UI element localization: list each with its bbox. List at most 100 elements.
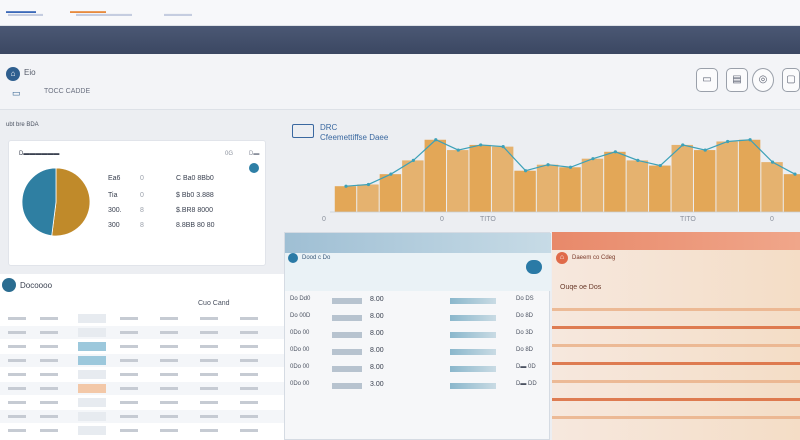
center-row-bar xyxy=(450,383,496,389)
nav-item-3[interactable]: ▬▬▬▬ xyxy=(164,11,192,18)
table-cell-text xyxy=(200,331,218,334)
area-point xyxy=(389,172,393,176)
header-button-1[interactable]: ▭ xyxy=(696,68,718,92)
table-cell-highlight xyxy=(78,356,106,365)
right-panel-stripe xyxy=(552,326,800,329)
x-tick-label: TITO xyxy=(680,216,696,223)
right-panel-stripe xyxy=(552,416,800,419)
center-row-cell-b: 8.00 xyxy=(370,347,384,354)
area-point xyxy=(434,138,438,142)
area-point xyxy=(366,182,371,187)
pie-row-value: $ Bb0 3.888 xyxy=(176,192,214,199)
header-button-4[interactable]: ▢ xyxy=(782,68,800,92)
center-row-cell-b: 8.00 xyxy=(370,296,384,303)
table-cell-text xyxy=(120,401,138,404)
table-cell-text xyxy=(8,415,26,418)
center-row-cell-a: 0Do 00 xyxy=(290,364,310,370)
center-row-cell-b: 8.00 xyxy=(370,330,384,337)
table-cell-text xyxy=(240,373,258,376)
center-row-cell-c: D▬ 0D xyxy=(516,364,536,370)
area-bar xyxy=(559,167,581,212)
pie-col-header-1: 0G xyxy=(225,151,234,157)
page-caption: TOCC CADDE xyxy=(44,88,91,95)
center-panel-toggle[interactable] xyxy=(526,260,542,274)
area-point xyxy=(681,143,685,147)
table-cell-text xyxy=(40,317,58,320)
table-cell-highlight xyxy=(78,412,106,421)
center-row-bar xyxy=(332,298,362,304)
home-icon[interactable]: ⌂ xyxy=(6,67,20,81)
area-bar xyxy=(491,146,514,212)
center-row-cell-b: 8.00 xyxy=(370,364,384,371)
area-point xyxy=(411,158,415,162)
area-bar xyxy=(693,150,716,212)
header-button-2[interactable]: ▤ xyxy=(726,68,748,92)
right-panel-bars xyxy=(552,308,800,419)
table-cell-text xyxy=(240,387,258,390)
pie-slice-a xyxy=(51,167,91,237)
center-row-cell-a: 0Do 00 xyxy=(290,347,310,353)
table-cell-text xyxy=(240,359,258,362)
header-button-3[interactable]: ◎ xyxy=(752,68,774,92)
table-cell-text xyxy=(40,345,58,348)
info-dot-icon[interactable] xyxy=(249,163,259,173)
area-bar xyxy=(671,144,693,212)
table-cell-text xyxy=(200,387,218,390)
center-row-cell-b: 3.00 xyxy=(370,381,384,388)
center-row-cell-c: Do 3D xyxy=(516,330,534,336)
center-row-bar xyxy=(450,332,496,338)
table-cell-text xyxy=(40,387,58,390)
area-bar xyxy=(761,162,783,212)
table-cell-text xyxy=(240,331,258,334)
table-cell-text xyxy=(200,429,218,432)
center-panel-icon xyxy=(288,253,298,263)
center-row-bar xyxy=(332,349,362,355)
area-bar xyxy=(334,186,357,212)
pie-row-label: 300 xyxy=(108,222,120,229)
area-bar xyxy=(469,144,491,212)
table-cell-text xyxy=(200,345,218,348)
pie-row-value: 8.8BB 80 80 xyxy=(176,222,215,229)
area-bar xyxy=(649,165,671,212)
area-point xyxy=(748,138,752,142)
center-panel xyxy=(284,232,551,440)
center-row-cell-a: Do 00D xyxy=(290,313,311,319)
page-title: Eio xyxy=(24,68,36,77)
center-row-cell-c: Do DS xyxy=(516,296,534,302)
area-point xyxy=(524,169,528,173)
table-cell-text xyxy=(8,373,26,376)
right-panel-subtitle: Ouqe oe Dos xyxy=(560,284,602,291)
center-row-bar xyxy=(332,332,362,338)
pie-row-label: Tia xyxy=(108,192,118,199)
table-cell-text xyxy=(240,415,258,418)
table-cell-text xyxy=(160,359,178,362)
center-row-bar xyxy=(332,383,362,389)
pie-row-mark: 0 xyxy=(140,192,144,199)
right-panel-title: Daeem co Cdeg xyxy=(572,255,616,261)
subheader xyxy=(0,54,800,110)
pie-row-mark: 8 xyxy=(140,222,144,229)
center-panel-title: Dood c Do xyxy=(302,255,331,261)
table-cell-text xyxy=(120,387,138,390)
table-cell-text xyxy=(160,401,178,404)
table-cell-text xyxy=(160,415,178,418)
area-bar xyxy=(379,174,402,212)
nav-bar xyxy=(0,26,800,54)
table-cell-text xyxy=(200,373,218,376)
area-point xyxy=(726,139,730,144)
nav-item-2[interactable]: ▬▬▬▬▬▬▬▬ xyxy=(76,11,132,18)
table-cell-highlight xyxy=(78,314,106,323)
area-bar xyxy=(581,158,604,212)
table-cell-highlight xyxy=(78,342,106,351)
folder-icon: ▭ xyxy=(12,88,21,98)
pie-slice-b xyxy=(21,167,57,237)
table-cell-text xyxy=(8,401,26,404)
area-point xyxy=(658,163,662,168)
center-row-bar xyxy=(450,366,496,372)
area-point xyxy=(344,184,348,188)
table-cell-text xyxy=(120,373,138,376)
pie-col-header-2: D▬ xyxy=(249,151,260,157)
nav-item-1[interactable]: ▬▬▬▬▬ xyxy=(8,11,43,18)
pie-row-value: $.BR8 8000 xyxy=(176,207,213,214)
area-bar xyxy=(716,141,738,212)
